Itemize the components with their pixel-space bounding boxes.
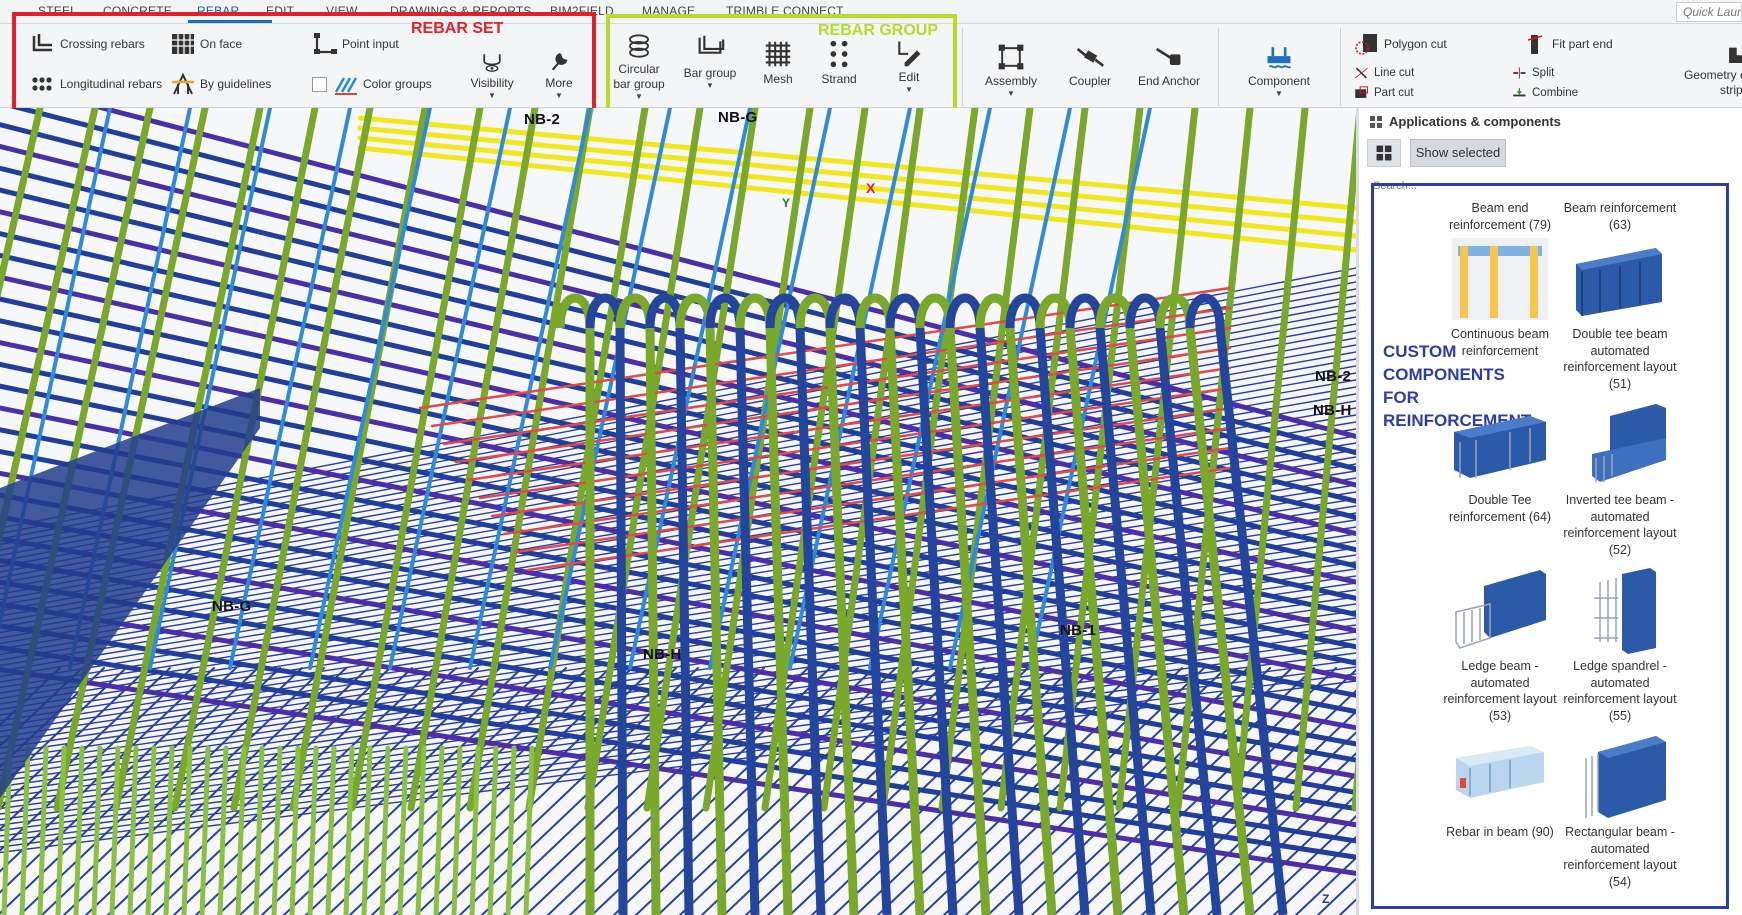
model-view-3d[interactable]: NB-2 NB-G NB-2 NB-H NB-G NB-H NB-1 X Y Z xyxy=(0,108,1356,915)
component-beam-end-reinforcement[interactable]: Beam end reinforcement (79) xyxy=(1441,200,1559,233)
component-label: Component xyxy=(1247,74,1311,88)
axis-z-label: Z xyxy=(1322,892,1330,906)
part-cut-label: Part cut xyxy=(1374,87,1414,99)
polygon-cut-label: Polygon cut xyxy=(1384,37,1447,51)
split-label: Split xyxy=(1532,67,1555,79)
component-rectangular-beam[interactable]: Rectangular beam - automated reinforceme… xyxy=(1561,734,1679,890)
end-anchor-button[interactable]: End Anchor xyxy=(1136,42,1202,89)
coupler-button[interactable]: Coupler xyxy=(1066,42,1114,89)
grid-view-icon xyxy=(1376,145,1392,161)
double-tee-icon xyxy=(1454,416,1546,478)
double-tee-auto-icon xyxy=(1576,248,1662,316)
applications-icon xyxy=(1370,115,1382,128)
panel-title: Applications & components xyxy=(1389,114,1561,129)
rebar-in-beam-icon xyxy=(1456,746,1544,798)
axis-y-label: Y xyxy=(782,196,791,210)
component-double-tee-reinforcement[interactable]: Double Tee reinforcement (64) xyxy=(1441,402,1559,525)
ledge-spandrel-icon xyxy=(1594,568,1656,654)
component-ledge-spandrel[interactable]: Ledge spandrel - automated reinforcement… xyxy=(1561,568,1679,724)
tekla-window: STEEL CONCRETE REBAR EDIT VIEW DRAWINGS … xyxy=(0,0,1742,915)
grid-label: NB-2 xyxy=(524,111,561,128)
assembly-icon xyxy=(998,44,1024,70)
line-cut-icon xyxy=(1354,67,1368,79)
geometry-edit-icon xyxy=(1729,47,1742,63)
coupler-label: Coupler xyxy=(1068,74,1112,88)
polygon-cut-button[interactable]: Polygon cut xyxy=(1354,32,1447,56)
grid-label: NB-1 xyxy=(1060,622,1097,639)
rebar-model-render xyxy=(0,108,1356,915)
component-dropdown-icon: ▼ xyxy=(1275,89,1283,98)
rebar-set-annotation-box xyxy=(12,12,596,112)
rectangular-beam-icon xyxy=(1585,736,1666,818)
component-rebar-in-beam[interactable]: Rebar in beam (90) xyxy=(1441,734,1559,841)
geometry-edit-button[interactable]: Geometry e strip xyxy=(1680,40,1742,98)
assembly-label: Assembly xyxy=(984,74,1037,88)
quick-launch-input[interactable]: Quick Launch xyxy=(1676,2,1742,22)
fit-part-end-icon xyxy=(1527,35,1543,54)
grid-view-button[interactable] xyxy=(1367,139,1401,167)
rebar-set-annotation-label: REBAR SET xyxy=(411,20,504,37)
line-cut-button[interactable]: Line cut xyxy=(1354,64,1414,82)
combine-label: Combine xyxy=(1532,87,1579,99)
ledge-beam-icon xyxy=(1455,570,1546,649)
line-cut-label: Line cut xyxy=(1374,67,1415,79)
panel-header: Applications & components xyxy=(1369,114,1561,129)
rebar-group-annotation-label: REBAR GROUP xyxy=(818,22,939,39)
component-button[interactable]: Component ▼ xyxy=(1240,42,1318,98)
assembly-dropdown-icon: ▼ xyxy=(1007,89,1015,98)
component-beam-reinforcement[interactable]: Beam reinforcement (63) xyxy=(1561,200,1679,233)
ribbon: Crossing rebars Longitudinal rebars On f… xyxy=(0,12,1742,112)
component-continuous-beam-reinforcement[interactable]: Continuous beam reinforcement xyxy=(1441,236,1559,359)
part-cut-icon xyxy=(1355,86,1368,98)
assembly-button[interactable]: Assembly ▼ xyxy=(980,42,1042,98)
show-selected-button[interactable]: Show selected xyxy=(1410,139,1506,167)
ribbon-separator xyxy=(1218,28,1219,106)
split-button[interactable]: Split xyxy=(1512,64,1554,82)
axis-x-label: X xyxy=(866,180,876,196)
component-double-tee-beam-automated[interactable]: Double tee beam automated reinforcement … xyxy=(1561,236,1679,392)
grid-label: NB-G xyxy=(718,109,758,126)
geometry-edit-label-2: strip xyxy=(1720,83,1742,97)
fit-part-end-label: Fit part end xyxy=(1552,37,1613,51)
ribbon-separator xyxy=(1340,28,1341,106)
grid-label: NB-G xyxy=(212,598,252,615)
split-icon xyxy=(1513,67,1526,79)
applications-components-panel: Applications & components Show selected … xyxy=(1356,108,1742,915)
grid-label: NB-2 xyxy=(1315,368,1352,385)
end-anchor-label: End Anchor xyxy=(1137,74,1201,88)
fit-part-end-button[interactable]: Fit part end xyxy=(1522,32,1613,56)
component-icon xyxy=(1267,47,1292,69)
continuous-beam-icon xyxy=(1452,238,1548,320)
component-ledge-beam[interactable]: Ledge beam - automated reinforcement lay… xyxy=(1441,568,1559,724)
coupler-icon xyxy=(1076,48,1105,67)
inverted-tee-icon xyxy=(1592,404,1666,482)
end-anchor-icon xyxy=(1155,47,1181,65)
grid-label: NB-H xyxy=(643,646,682,663)
geometry-edit-label-1: Geometry e xyxy=(1684,68,1742,82)
grid-label: NB-H xyxy=(1313,402,1352,419)
polygon-cut-icon xyxy=(1355,34,1377,55)
part-cut-button[interactable]: Part cut xyxy=(1354,84,1414,102)
component-inverted-tee-beam[interactable]: Inverted tee beam - automated reinforcem… xyxy=(1561,402,1679,558)
combine-button[interactable]: Combine xyxy=(1512,84,1578,102)
combine-icon xyxy=(1513,88,1526,97)
ribbon-separator xyxy=(962,28,963,106)
